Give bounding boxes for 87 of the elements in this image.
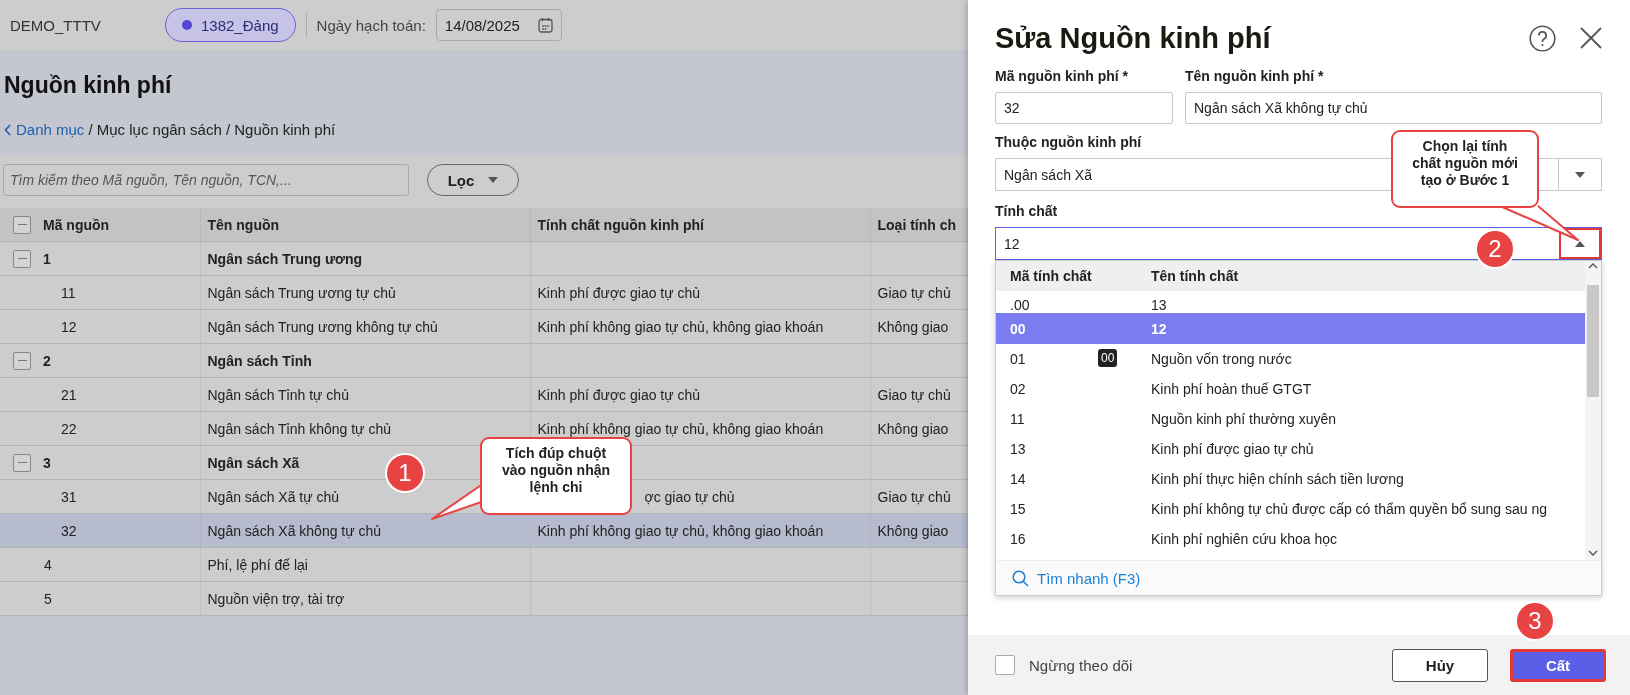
dropdown-option[interactable]: 01 00 Nguồn vốn trong nước	[996, 344, 1585, 374]
table-cell: Ngân sách Xã không tự chủ	[207, 522, 382, 539]
table-cell-text: 5	[43, 590, 52, 607]
column-header[interactable]: Mã nguồn	[43, 216, 110, 233]
table-cell: 3	[43, 454, 51, 471]
table-cell-text: 4	[43, 556, 52, 573]
table-cell: Không giao	[877, 318, 949, 335]
breadcrumb-link[interactable]: Danh mục	[4, 121, 85, 138]
field-label: Tính chất	[995, 203, 1058, 219]
table-cell: Kinh phí được giao tự chủ	[537, 284, 701, 301]
column-header[interactable]: Tên nguồn	[207, 216, 280, 233]
table-cell: Ngân sách Xã tự chủ	[207, 488, 340, 505]
column-header: Tên tính chất	[1151, 268, 1239, 284]
tooltip: 00	[1098, 349, 1118, 367]
help-icon[interactable]	[1529, 24, 1556, 52]
collapse-icon[interactable]	[13, 351, 31, 370]
scrollbar[interactable]	[1585, 261, 1601, 560]
chevron-left-icon	[4, 123, 12, 136]
table-cell: Ngân sách Xã	[207, 454, 300, 471]
dropdown-option[interactable]: 14 Kinh phí thực hiện chính sách tiền lương	[996, 464, 1585, 494]
table-cell: ợc giao tự chủ	[644, 488, 735, 505]
dropdown-option[interactable]: .00 13	[996, 291, 1585, 313]
column-header: Mã tính chất	[1009, 268, 1093, 284]
dialog-title: Sửa Nguồn kinh phí	[995, 21, 1273, 55]
filter-button[interactable]: Lọc	[427, 164, 519, 196]
user-pill[interactable]: 1382_Đảng	[165, 8, 296, 42]
date-label: Ngày hạch toán:	[316, 16, 426, 34]
step-marker: 3	[1517, 603, 1553, 639]
table-cell-text: 21	[60, 386, 77, 403]
collapse-all-icon[interactable]	[13, 215, 31, 234]
collapse-icon[interactable]	[13, 249, 31, 268]
quick-search-link[interactable]: Tìm nhanh (F3)	[996, 560, 1601, 595]
company-name: DEMO_TTTV	[10, 16, 102, 34]
table-cell: Giao tự chủ	[877, 284, 951, 301]
table-cell: Ngân sách Tỉnh tự chủ	[207, 386, 349, 403]
dropdown-option[interactable]: 11 Nguồn kinh phí thường xuyên	[996, 404, 1585, 434]
table-cell: Không giao	[877, 420, 949, 437]
cancel-button[interactable]: Hủy	[1392, 648, 1488, 682]
table-cell: 2	[43, 352, 51, 369]
dropdown-option[interactable]: 02 Kinh phí hoàn thuế GTGT	[996, 374, 1585, 404]
table-cell: Giao tự chủ	[877, 488, 951, 505]
checkbox-label: Ngừng theo dõi	[1029, 656, 1134, 674]
field-label: Tên nguồn kinh phí *	[1185, 68, 1325, 84]
field-label: Mã nguồn kinh phí *	[995, 68, 1129, 84]
table-cell: Nguồn viện trợ, tài trợ	[207, 590, 345, 607]
step-marker: 2	[1477, 231, 1513, 267]
table-cell: Phí, lệ phí để lại	[207, 556, 308, 573]
page-title: Nguồn kinh phí	[4, 72, 173, 99]
table-cell: Ngân sách Trung ương không tự chủ	[207, 318, 438, 335]
close-icon[interactable]	[1580, 27, 1602, 49]
table-cell-text: 12	[60, 318, 77, 335]
table-cell: Kinh phí không giao tự chủ, không giao khoán	[537, 420, 824, 437]
table-cell-text: 22	[60, 420, 77, 437]
table-cell: Ngân sách Tỉnh	[207, 352, 312, 369]
date-field[interactable]: 14/08/2025	[435, 9, 562, 41]
table-cell: Kinh phí được giao tự chủ	[537, 386, 701, 403]
table-cell-text: 32	[60, 522, 77, 539]
dropdown-option[interactable]: 00 12	[996, 313, 1585, 344]
table-cell: Kinh phí không giao tự chủ, không giao khoán	[537, 522, 824, 539]
caret-icon	[1575, 240, 1585, 247]
table-cell: Ngân sách Trung ương tự chủ	[207, 284, 396, 301]
table-cell: Kinh phí không giao tự chủ, không giao khoán	[537, 318, 824, 335]
save-button[interactable]: Cất	[1510, 648, 1606, 682]
name-field[interactable]: Ngân sách Xã không tự chủ	[1185, 92, 1602, 124]
breadcrumb-path: / Mục lục ngân sách / Nguồn kinh phí	[88, 121, 336, 138]
step-marker: 1	[387, 455, 423, 491]
dropdown-option[interactable]: 15 Kinh phí không tự chủ được cấp có thẩm quyền bổ sung sau ng	[996, 494, 1585, 524]
dropdown-icon	[1575, 171, 1585, 178]
calendar-icon	[537, 17, 553, 33]
table-cell-text: 31	[60, 488, 77, 505]
table-cell: Ngân sách Trung ương	[207, 250, 363, 267]
caret-icon	[488, 177, 499, 183]
table-cell-text: 11	[60, 284, 76, 301]
table-cell: Ngân sách Tỉnh không tự chủ	[207, 420, 391, 437]
search-icon	[1012, 569, 1029, 587]
table-cell: 1	[43, 250, 51, 267]
callout: Tích đúp chuột vào nguồn nhận lệnh chi	[480, 437, 632, 515]
code-field[interactable]: 32	[995, 92, 1173, 124]
table-cell: Giao tự chủ	[877, 386, 951, 403]
dropdown-option[interactable]: 16 Kinh phí nghiên cứu khoa học	[996, 524, 1585, 554]
search-field[interactable]: Tìm kiếm theo Mã nguồn, Tên nguồn, TCN,...	[3, 164, 409, 196]
table-cell: Không giao	[877, 522, 949, 539]
field-label: Thuộc nguồn kinh phí	[995, 134, 1142, 150]
collapse-icon[interactable]	[13, 453, 31, 472]
checkbox[interactable]	[995, 655, 1015, 675]
dropdown-option[interactable]: 13 Kinh phí được giao tự chủ	[996, 434, 1585, 464]
dropdown-toggle[interactable]	[1559, 228, 1601, 259]
